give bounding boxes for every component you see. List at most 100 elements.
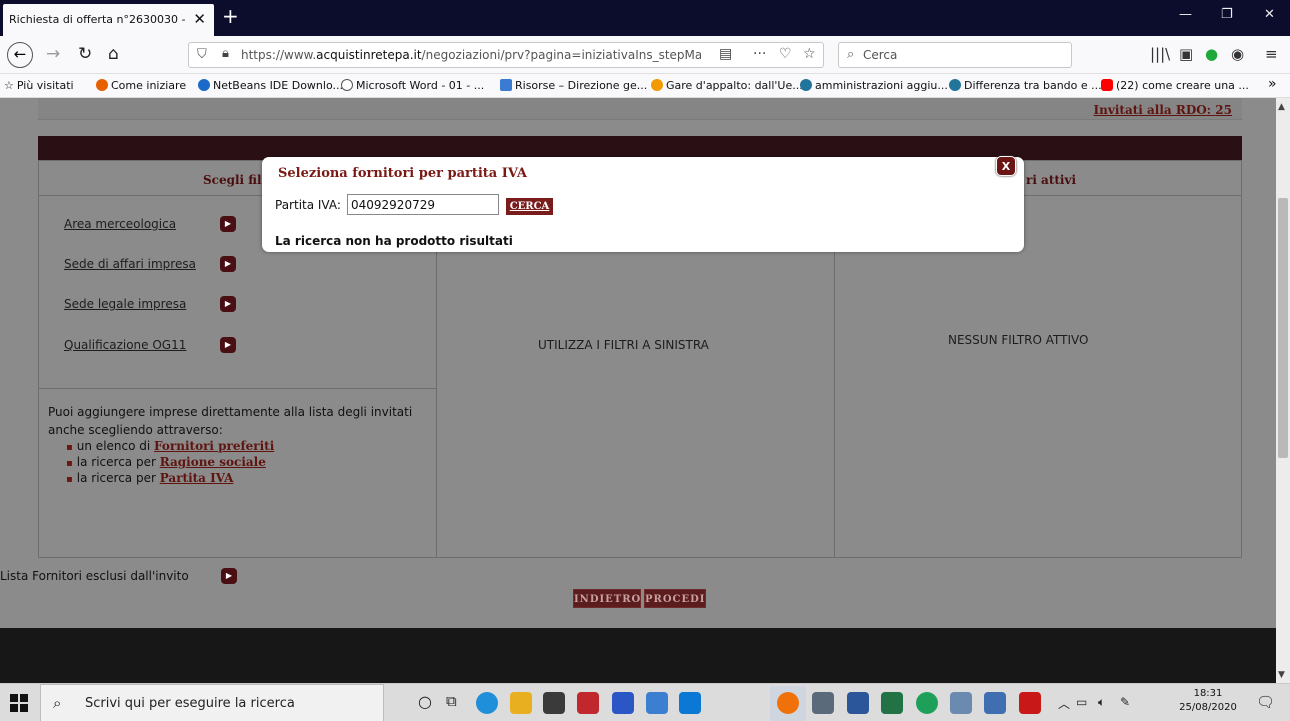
bookmark-item[interactable]: Gare d'appalto: dall'Ue...	[651, 79, 803, 92]
menu-icon[interactable]: ≡	[1265, 45, 1278, 63]
bookmark-item[interactable]: Microsoft Word - 01 - ...	[341, 79, 484, 92]
store-icon[interactable]	[543, 692, 565, 714]
rdo-header-strip: Invitati alla RDO: 25	[38, 98, 1242, 120]
mail-icon[interactable]	[679, 692, 701, 714]
bookmark-item[interactable]: Risorse – Direzione ge...	[500, 79, 647, 92]
app-icon[interactable]	[984, 692, 1006, 714]
network-icon[interactable]: ▭	[1076, 695, 1087, 709]
scroll-down-icon[interactable]: ▼	[1278, 670, 1285, 680]
search-icon: ⌕	[53, 694, 62, 712]
taskbar-search-placeholder: Scrivi qui per eseguire la ricerca	[85, 696, 295, 711]
pocket-icon[interactable]: ♡	[779, 46, 792, 62]
taskbar-search-box[interactable]: ⌕ Scrivi qui per eseguire la ricerca	[40, 684, 384, 721]
arrow-right-icon[interactable]: ▶	[220, 216, 236, 232]
preferred-suppliers-link[interactable]: Fornitori preferiti	[154, 439, 274, 453]
bookmark-item[interactable]: Come iniziare	[96, 79, 186, 92]
back-icon[interactable]: ←	[7, 42, 33, 68]
tab-title: Richiesta di offerta n°2630030 - Passo 3	[9, 13, 187, 26]
bookmark-item[interactable]: amministrazioni aggiu...	[800, 79, 948, 92]
filter-sede-affari[interactable]: Sede di affari impresa	[64, 257, 196, 271]
gift-app-icon[interactable]	[577, 692, 599, 714]
filter-area-merceologica[interactable]: Area merceologica	[64, 217, 176, 231]
excluded-suppliers: Lista Fornitori esclusi dall'invito ▶	[0, 568, 237, 584]
clock-time: 18:31	[1193, 688, 1223, 699]
url-text[interactable]: https://www.acquistinretepa.it/negoziazi…	[241, 48, 701, 62]
bookmark-star-icon[interactable]: ☆	[803, 46, 816, 62]
arrow-right-icon[interactable]: ▶	[220, 337, 236, 353]
info-line: anche scegliendo attraverso:	[48, 423, 223, 437]
chevron-up-icon[interactable]: ︿	[1058, 695, 1070, 712]
forward-icon[interactable]: →	[46, 44, 60, 64]
bookmarks-overflow-icon[interactable]: »	[1268, 76, 1277, 92]
lock-icon[interactable]: 🔒︎	[222, 46, 229, 61]
invited-count-link[interactable]: Invitati alla RDO: 25	[1094, 103, 1232, 117]
screen: Richiesta di offerta n°2630030 - Passo 3…	[0, 0, 1290, 721]
window-close-icon[interactable]: ✕	[1264, 7, 1275, 22]
company-name-search-link[interactable]: Ragione sociale	[160, 455, 266, 469]
chrome-icon[interactable]	[916, 692, 938, 714]
scroll-up-icon[interactable]: ▲	[1278, 102, 1285, 112]
page-actions-icon[interactable]: ···	[753, 46, 766, 62]
close-icon[interactable]: X	[996, 156, 1016, 176]
account-icon[interactable]: ◉	[1231, 45, 1244, 63]
vat-field-label: Partita IVA:	[275, 198, 341, 212]
back-button[interactable]: INDIETRO	[573, 589, 641, 608]
excel-icon[interactable]	[881, 692, 903, 714]
minimize-icon[interactable]: —	[1179, 7, 1192, 22]
orange-dot-icon	[651, 79, 663, 91]
info-box: Puoi aggiungere imprese direttamente all…	[48, 403, 412, 487]
edge-icon[interactable]	[476, 692, 498, 714]
word-icon[interactable]	[847, 692, 869, 714]
search-button[interactable]: CERCA	[506, 198, 553, 215]
bookmark-item[interactable]: NetBeans IDE Downlo...	[198, 79, 343, 92]
arrow-right-icon[interactable]: ▶	[221, 568, 237, 584]
scrollbar-thumb[interactable]	[1278, 198, 1288, 458]
browser-search-placeholder: Cerca	[863, 48, 898, 62]
bookmark-item[interactable]: Differenza tra bando e ...	[949, 79, 1102, 92]
tab-close-icon[interactable]: ✕	[193, 10, 206, 28]
arrow-right-icon[interactable]: ▶	[220, 296, 236, 312]
vat-search-link[interactable]: Partita IVA	[160, 471, 234, 485]
info-list: un elenco di Fornitori preferiti la rice…	[66, 439, 412, 487]
globe-icon	[341, 79, 353, 91]
list-item: la ricerca per Partita IVA	[66, 471, 412, 487]
arrow-right-icon[interactable]: ▶	[220, 256, 236, 272]
new-tab-icon[interactable]: +	[222, 4, 239, 28]
wordpress-icon	[800, 79, 812, 91]
pdf-creator-icon[interactable]	[612, 692, 634, 714]
browser-search-box[interactable]: ⌕ Cerca	[838, 42, 1072, 68]
bookmark-item[interactable]: ☆ Più visitati	[4, 79, 74, 92]
sidebar-icon[interactable]: ▣	[1179, 45, 1193, 63]
acrobat-icon[interactable]	[1019, 692, 1041, 714]
left-column-divider	[39, 388, 436, 389]
pen-icon[interactable]: ✎	[1120, 695, 1130, 709]
url-bar[interactable]: ⛉ 🔒︎ https://www.acquistinretepa.it/nego…	[188, 42, 824, 68]
dialog-title: Seleziona fornitori per partita IVA	[278, 166, 527, 181]
app-icon[interactable]	[646, 692, 668, 714]
task-view-icon[interactable]: ⧉	[446, 692, 457, 710]
library-icon[interactable]: |||\	[1150, 45, 1170, 63]
tracking-shield-icon[interactable]: ⛉	[197, 47, 207, 62]
filter-sede-legale[interactable]: Sede legale impresa	[64, 297, 186, 311]
vat-input[interactable]	[347, 194, 499, 215]
file-explorer-icon[interactable]	[510, 692, 532, 714]
firefox-icon[interactable]	[777, 692, 799, 714]
extension-icon[interactable]: ●	[1205, 45, 1218, 63]
app-icon[interactable]	[950, 692, 972, 714]
calculator-icon[interactable]	[812, 692, 834, 714]
reload-icon[interactable]: ↻	[78, 44, 92, 64]
home-icon[interactable]: ⌂	[108, 44, 119, 64]
no-active-filter-message: NESSUN FILTRO ATTIVO	[948, 333, 1089, 347]
filter-qualificazione-og11[interactable]: Qualificazione OG11	[64, 338, 186, 352]
cortana-icon[interactable]: ○	[418, 692, 432, 711]
browser-tab[interactable]: Richiesta di offerta n°2630030 - Passo 3…	[3, 4, 214, 36]
proceed-button[interactable]: PROCEDI	[644, 589, 706, 608]
notifications-icon[interactable]: 🗨︎	[1256, 693, 1275, 711]
page-scrollbar[interactable]: ▲ ▼	[1276, 98, 1290, 683]
windows-start-icon[interactable]	[10, 694, 28, 712]
reader-view-icon[interactable]: ▤	[719, 46, 732, 62]
volume-icon[interactable]: 🔈︎	[1098, 695, 1105, 710]
restore-icon[interactable]: ❐	[1221, 7, 1233, 22]
system-clock[interactable]: 18:31 25/08/2020	[1178, 687, 1238, 715]
bookmark-item[interactable]: (22) come creare una ...	[1101, 79, 1249, 92]
